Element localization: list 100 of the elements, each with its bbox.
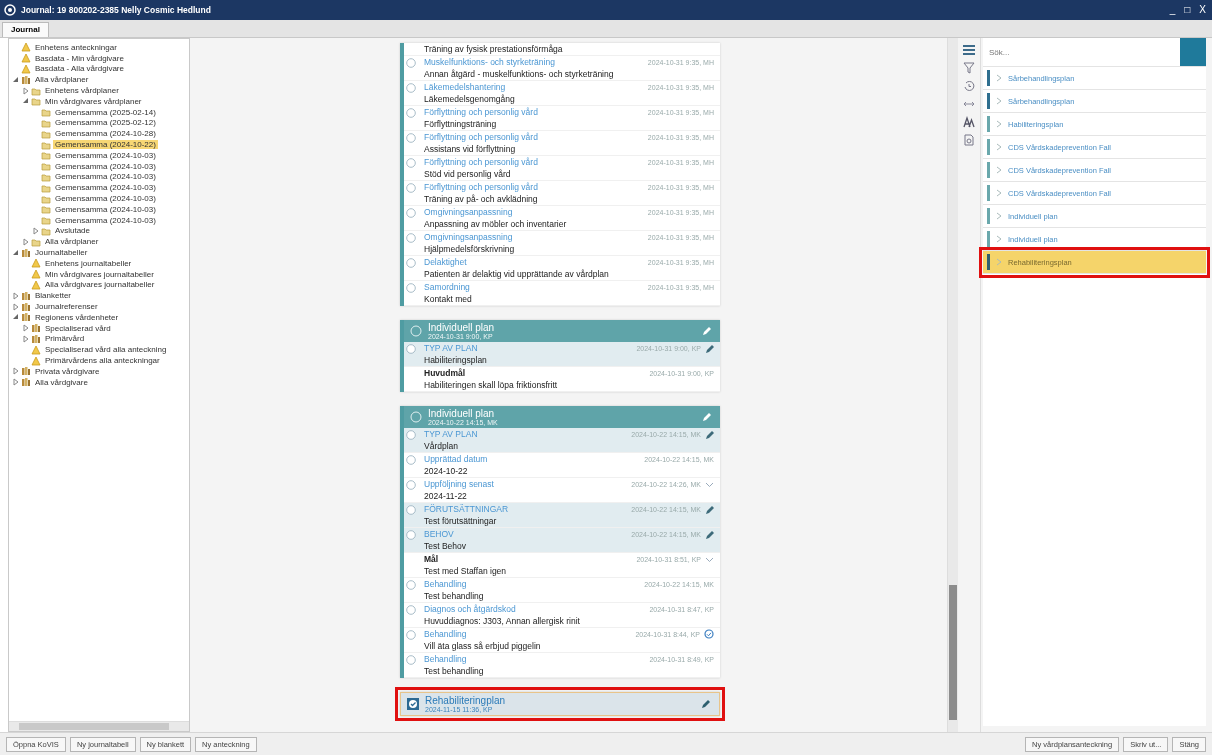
entry-label: Förflyttning och personlig vård xyxy=(424,182,539,192)
entry-label: TYP AV PLAN xyxy=(424,429,479,439)
tree-item[interactable]: Gemensamma (2024-10-03) xyxy=(53,172,158,182)
expand-arrow-icon[interactable] xyxy=(11,291,19,300)
tree-item[interactable]: Enhetens vårdplaner xyxy=(43,86,121,96)
radio-circle-icon[interactable] xyxy=(406,455,416,465)
entry-text: Kontakt med xyxy=(424,293,473,305)
expand-arrow-icon[interactable] xyxy=(11,378,19,387)
expand-arrow-icon[interactable] xyxy=(21,334,29,343)
radio-circle-icon[interactable] xyxy=(406,580,416,590)
book-stack-icon xyxy=(21,312,31,323)
chevron-icon[interactable] xyxy=(705,480,714,488)
collapse-arrow-icon[interactable] xyxy=(11,313,19,322)
entry-text: Anpassning av möbler och inventarier xyxy=(424,218,568,230)
collapse-arrow-icon[interactable] xyxy=(11,75,19,84)
tree-item[interactable]: Enhetens journaltabeller xyxy=(43,258,134,268)
entry-text: Habiliteringen skall löpa friktionsfritt xyxy=(424,379,559,391)
pencil-icon[interactable] xyxy=(701,699,711,709)
tree-item[interactable]: Primärvårdens alla anteckningar xyxy=(43,356,162,365)
collapse-arrow-icon[interactable] xyxy=(11,248,19,257)
entry-label: Behandling xyxy=(424,579,468,589)
radio-circle-icon[interactable] xyxy=(406,655,416,665)
chevron-icon[interactable] xyxy=(705,555,714,563)
tree-item[interactable]: Basdata - Min vårdgivare xyxy=(33,53,126,63)
tree-item[interactable]: Basdata - Alla vårdgivare xyxy=(33,64,126,74)
tree-item[interactable]: Gemensamma (2025-02-14) xyxy=(53,107,158,117)
radio-circle-icon[interactable] xyxy=(406,158,416,168)
tree-item[interactable]: Gemensamma (2024-10-03) xyxy=(53,215,158,225)
tree-item[interactable]: Journalreferenser xyxy=(33,302,100,311)
checked-icon[interactable] xyxy=(407,698,419,710)
tab[interactable]: Journal xyxy=(2,22,49,37)
window-control[interactable]: □ xyxy=(1182,4,1193,16)
radio-circle-icon[interactable] xyxy=(406,630,416,640)
entry-label: Läkemedelshantering xyxy=(424,82,507,92)
radio-circle-icon[interactable] xyxy=(406,183,416,193)
history-icon[interactable] xyxy=(963,80,975,92)
document-search-icon[interactable] xyxy=(963,134,975,146)
expand-arrow-icon[interactable] xyxy=(11,367,19,376)
tree-item[interactable]: Gemensamma (2025-02-12) xyxy=(53,118,158,128)
tree-item[interactable]: Alla vårdplaner xyxy=(43,237,101,247)
radio-circle-icon[interactable] xyxy=(406,344,416,354)
radio-circle-icon[interactable] xyxy=(406,58,416,68)
radio-circle-icon[interactable] xyxy=(406,233,416,243)
expand-arrow-icon[interactable] xyxy=(31,226,39,235)
expand-arrow-icon[interactable] xyxy=(21,324,29,333)
folder-icon xyxy=(41,128,51,139)
tree-item[interactable]: Privata vårdgivare xyxy=(33,366,102,376)
radio-circle-icon[interactable] xyxy=(406,480,416,490)
tree-item[interactable]: Gemensamma (2024-10-22) xyxy=(53,140,158,150)
entry-text: Träning av fysisk prestationsförmåga xyxy=(424,43,564,55)
tree-item[interactable]: Alla vårdgivares journaltabeller xyxy=(43,280,157,290)
tree-item[interactable]: Journaltabeller xyxy=(33,248,90,258)
radio-circle-icon[interactable] xyxy=(406,133,416,143)
folder-icon xyxy=(41,150,51,161)
search-button[interactable] xyxy=(1180,38,1206,66)
tree-item[interactable]: Blanketter xyxy=(33,291,74,301)
plan-title: Individuell plan xyxy=(428,408,495,419)
tree-item[interactable]: Gemensamma (2024-10-03) xyxy=(53,161,158,171)
radio-circle-icon[interactable] xyxy=(406,83,416,93)
expand-arrow-icon[interactable] xyxy=(11,302,19,311)
text-size-icon[interactable] xyxy=(963,116,975,128)
menu-icon[interactable] xyxy=(963,44,975,56)
tree-item[interactable]: Alla vårdgivare xyxy=(33,377,90,387)
book-stack-icon xyxy=(21,377,31,388)
collapse-arrow-icon[interactable] xyxy=(21,97,29,106)
radio-circle-icon[interactable] xyxy=(406,505,416,515)
tree-item[interactable]: Min vårdgivares vårdplaner xyxy=(43,96,144,106)
tree-item[interactable]: Gemensamma (2024-10-28) xyxy=(53,129,158,139)
radio-circle-icon[interactable] xyxy=(406,605,416,615)
entry-label: Samordning xyxy=(424,282,471,292)
window-title: Journal: 19 800202-2385 Nelly Cosmic Hedlund xyxy=(21,5,212,15)
filter-icon[interactable] xyxy=(963,62,975,74)
tree-item[interactable]: Avslutade xyxy=(53,226,92,236)
tree-item[interactable]: Gemensamma (2024-10-03) xyxy=(53,150,158,160)
tree-item[interactable]: Enhetens anteckningar xyxy=(33,42,119,52)
tree-item[interactable]: Alla vårdplaner xyxy=(33,75,91,85)
radio-circle-icon[interactable] xyxy=(406,208,416,218)
entry-label: Muskelfunktions- och styrketräning xyxy=(424,57,556,67)
radio-circle-icon[interactable] xyxy=(406,530,416,540)
pencil-icon[interactable] xyxy=(705,504,714,514)
tree-item[interactable]: Specialiserad vård alla anteckning xyxy=(43,345,169,355)
radio-circle-icon[interactable] xyxy=(406,108,416,118)
pencil-icon[interactable] xyxy=(705,529,714,539)
tree-item[interactable]: Specialiserad vård xyxy=(43,323,113,333)
expand-arrow-icon[interactable] xyxy=(21,237,29,246)
radio-circle-icon[interactable] xyxy=(406,283,416,293)
tree-item[interactable]: Gemensamma (2024-10-03) xyxy=(53,204,158,214)
entry-label: Förflyttning och personlig vård xyxy=(424,107,539,117)
tree-item[interactable]: Primärvård xyxy=(43,334,87,344)
tree-item[interactable]: Regionens vårdenheter xyxy=(33,312,121,322)
window-control[interactable]: _ xyxy=(1167,4,1178,16)
tree-item[interactable]: Gemensamma (2024-10-03) xyxy=(53,194,158,204)
window-control[interactable]: X xyxy=(1197,4,1208,16)
tree-item[interactable]: Gemensamma (2024-10-03) xyxy=(53,183,158,193)
entry-text: 2024-11-22 xyxy=(424,490,468,502)
expand-arrow-icon[interactable] xyxy=(21,86,29,95)
tree-item[interactable]: Min vårdgivares journaltabeller xyxy=(43,269,156,279)
radio-circle-icon[interactable] xyxy=(406,258,416,268)
radio-circle-icon[interactable] xyxy=(406,430,416,440)
entry-label: Diagnos och åtgärdskod xyxy=(424,604,517,614)
